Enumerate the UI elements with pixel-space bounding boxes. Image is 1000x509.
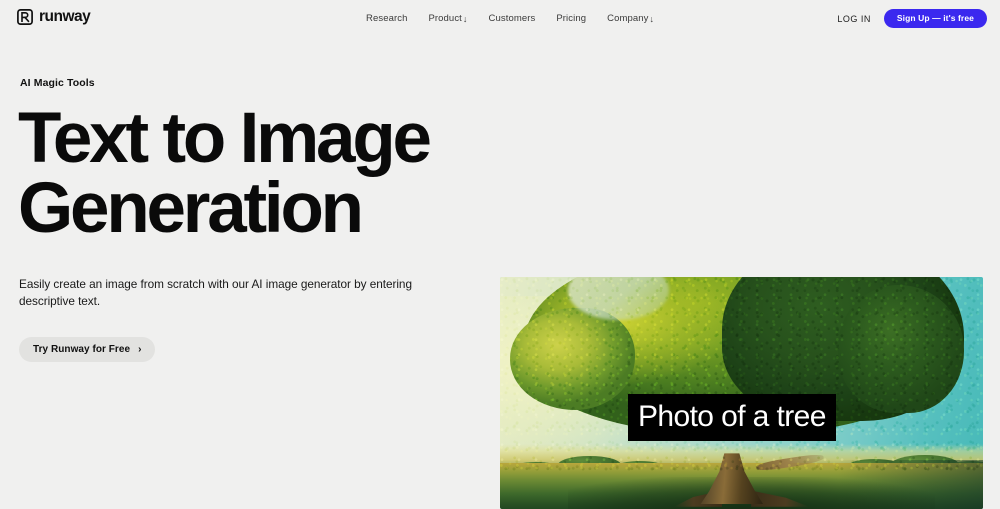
nav-item-customers-label: Customers bbox=[488, 13, 536, 24]
nav-item-pricing-label: Pricing bbox=[556, 13, 587, 24]
nav-item-pricing[interactable]: Pricing bbox=[556, 13, 586, 24]
chevron-down-icon: ↓ bbox=[462, 13, 468, 24]
main-navigation: Research Product ↓ Customers Pricing Com… bbox=[366, 0, 654, 37]
tree-canopy-group bbox=[500, 277, 983, 472]
site-header: runway Research Product ↓ Customers Pric… bbox=[0, 0, 1000, 37]
nav-item-product-label: Product bbox=[428, 13, 462, 24]
page-title: Text to Image Generation bbox=[18, 99, 518, 249]
try-runway-for-free-button[interactable]: Try Runway for Free › bbox=[19, 337, 156, 362]
nav-item-company-label: Company bbox=[607, 13, 649, 24]
nav-item-company[interactable]: Company ↓ bbox=[607, 13, 654, 24]
nav-item-research-label: Research bbox=[366, 13, 408, 24]
brand-logo[interactable]: runway bbox=[17, 8, 91, 26]
image-prompt-caption: Photo of a tree bbox=[627, 394, 836, 442]
page-title-line-2: Generation bbox=[18, 169, 364, 249]
runway-logo-mark-icon bbox=[17, 9, 33, 25]
hero-description: Easily create an image from scratch with… bbox=[19, 277, 412, 308]
nav-item-research[interactable]: Research bbox=[366, 13, 407, 24]
eyebrow-label: AI Magic Tools bbox=[20, 77, 95, 89]
signup-button[interactable]: Sign Up — it's free bbox=[883, 9, 987, 28]
hero-image: Photo of a tree bbox=[500, 277, 983, 509]
chevron-right-icon: › bbox=[138, 343, 142, 355]
brand-wordmark: runway bbox=[39, 8, 91, 26]
page-title-line-1: Text to Image bbox=[18, 99, 432, 178]
tree-canopy-lobe-left bbox=[509, 308, 636, 410]
nav-item-customers[interactable]: Customers bbox=[489, 13, 536, 24]
login-link[interactable]: LOG IN bbox=[837, 14, 871, 24]
tree-canopy-lobe-right bbox=[838, 284, 964, 414]
auth-actions: LOG IN Sign Up — it's free bbox=[837, 0, 987, 37]
chevron-down-icon: ↓ bbox=[649, 13, 655, 24]
cta-label: Try Runway for Free bbox=[33, 344, 131, 355]
nav-item-product[interactable]: Product ↓ bbox=[428, 13, 467, 24]
